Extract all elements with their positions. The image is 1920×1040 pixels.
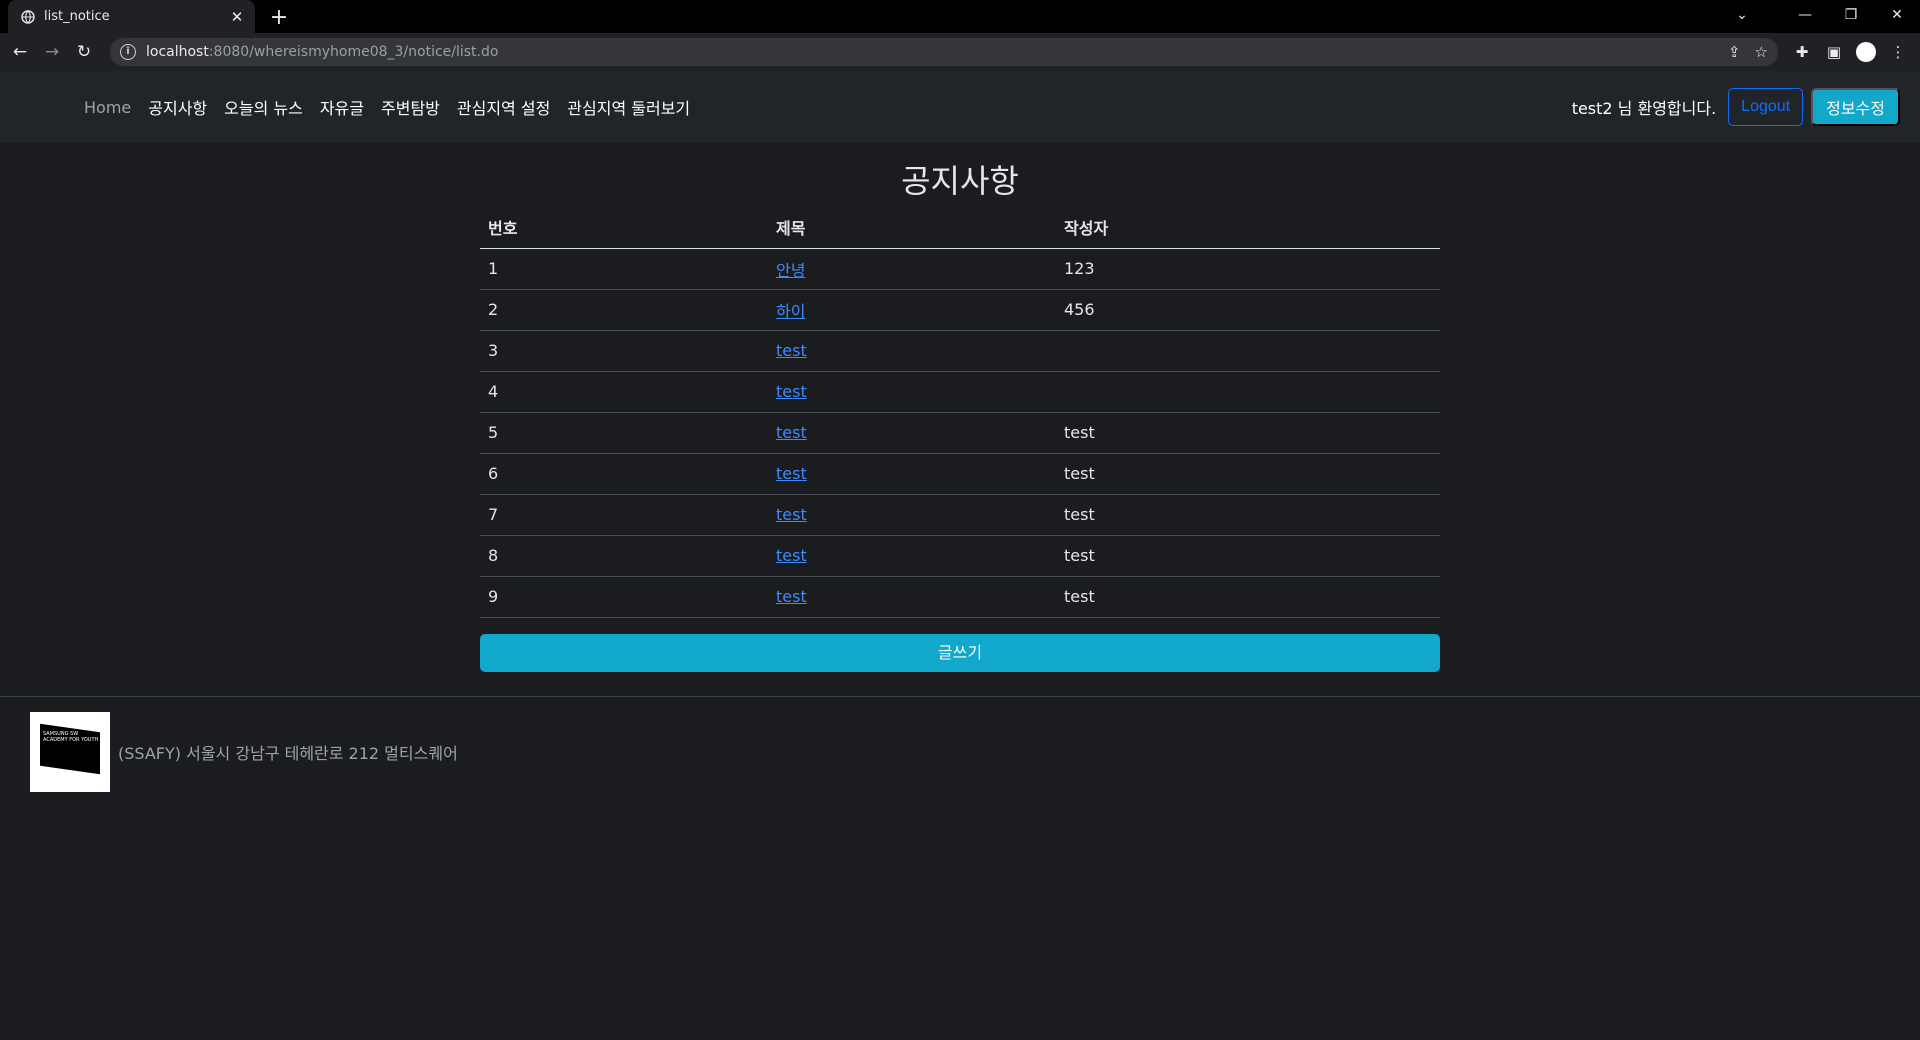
row-author: test: [1056, 453, 1440, 495]
reload-icon[interactable]: ↻: [70, 38, 98, 66]
nav-notice[interactable]: 공지사항: [148, 95, 207, 119]
row-author: test: [1056, 494, 1440, 536]
extensions-icon[interactable]: ✚: [1786, 38, 1818, 66]
table-row: 7 test test: [480, 494, 1440, 536]
close-tab-icon[interactable]: ✕: [229, 9, 245, 25]
bookmark-star-icon[interactable]: ☆: [1755, 43, 1768, 61]
row-author: [1056, 371, 1440, 413]
row-author: 123: [1056, 248, 1440, 290]
nav-free-board[interactable]: 자유글: [320, 95, 364, 119]
table-row: 8 test test: [480, 535, 1440, 577]
row-number: 9: [480, 576, 768, 618]
row-number: 8: [480, 535, 768, 577]
row-title-link[interactable]: test: [776, 423, 807, 442]
table-row: 9 test test: [480, 576, 1440, 618]
row-author: [1056, 330, 1440, 372]
footer-address: (SSAFY) 서울시 강남구 테헤란로 212 멀티스퀘어: [118, 743, 458, 763]
site-navbar: Home 공지사항 오늘의 뉴스 자유글 주변탐방 관심지역 설정 관심지역 둘…: [0, 71, 1920, 143]
browser-toolbar: ← → ↻ i localhost:8080/whereismyhome08_3…: [0, 33, 1920, 71]
page-title: 공지사항: [901, 162, 1019, 200]
welcome-text: test2 님 환영합니다.: [1571, 99, 1717, 118]
row-title-link[interactable]: 안녕: [776, 261, 805, 280]
menu-kebab-icon[interactable]: ⋮: [1882, 38, 1914, 66]
table-row: 1 안녕 123: [480, 248, 1440, 290]
nav-explore[interactable]: 주변탐방: [381, 95, 440, 119]
row-title-link[interactable]: test: [776, 464, 807, 483]
minimize-icon[interactable]: —: [1782, 0, 1828, 30]
table-row: 4 test: [480, 371, 1440, 413]
row-title-link[interactable]: 하이: [776, 302, 805, 321]
table-header-row: 번호 제목 작성자: [480, 207, 1440, 249]
url-host: localhost: [146, 44, 209, 60]
row-title-link[interactable]: test: [776, 587, 807, 606]
nav-interest-browse[interactable]: 관심지역 둘러보기: [567, 95, 690, 119]
row-author: test: [1056, 535, 1440, 577]
close-window-icon[interactable]: ✕: [1874, 0, 1920, 30]
logo-text: SAMSUNG SW ACADEMY FOR YOUTH: [43, 730, 99, 743]
ssafy-logo: SAMSUNG SW ACADEMY FOR YOUTH: [30, 711, 110, 792]
table-row: 3 test: [480, 330, 1440, 372]
window-controls: ⌄ — ❐ ✕: [1722, 0, 1920, 30]
row-title-link[interactable]: test: [776, 505, 807, 524]
edit-profile-button[interactable]: 정보수정: [1811, 88, 1900, 126]
row-number: 3: [480, 330, 768, 372]
tab-search-icon[interactable]: ⌄: [1722, 0, 1762, 30]
tab-title: list_notice: [44, 9, 110, 24]
nav-interest-settings[interactable]: 관심지역 설정: [457, 95, 550, 119]
url-path: :8080/whereismyhome08_3/notice/list.do: [208, 44, 499, 60]
row-number: 5: [480, 412, 768, 454]
restore-icon[interactable]: ❐: [1828, 0, 1874, 30]
notice-table: 번호 제목 작성자 1 안녕 123 2 하이 456 3 test 4 tes…: [480, 207, 1440, 618]
column-header-number: 번호: [480, 207, 768, 249]
forward-icon[interactable]: →: [38, 38, 66, 66]
back-icon[interactable]: ←: [6, 38, 34, 66]
site-info-icon[interactable]: i: [120, 44, 136, 60]
write-button[interactable]: 글쓰기: [480, 633, 1440, 672]
row-author: test: [1056, 576, 1440, 618]
side-panel-icon[interactable]: ▣: [1818, 38, 1850, 66]
new-tab-button[interactable]: +: [265, 3, 293, 31]
row-author: 456: [1056, 289, 1440, 331]
nav-news[interactable]: 오늘의 뉴스: [224, 95, 303, 119]
nav-home[interactable]: Home: [84, 98, 131, 117]
row-number: 7: [480, 494, 768, 536]
row-title-link[interactable]: test: [776, 382, 807, 401]
profile-avatar[interactable]: [1856, 42, 1876, 62]
row-title-link[interactable]: test: [776, 546, 807, 565]
column-header-author: 작성자: [1056, 207, 1440, 249]
row-number: 2: [480, 289, 768, 331]
table-row: 5 test test: [480, 412, 1440, 454]
site-footer: SAMSUNG SW ACADEMY FOR YOUTH (SSAFY) 서울시…: [0, 697, 1920, 792]
table-row: 6 test test: [480, 453, 1440, 495]
row-number: 1: [480, 248, 768, 290]
globe-icon: [20, 9, 36, 25]
share-icon[interactable]: ⇪: [1728, 43, 1741, 61]
browser-tab[interactable]: list_notice ✕: [8, 0, 255, 33]
browser-tabbar: list_notice ✕ + ⌄ — ❐ ✕: [0, 0, 1920, 33]
row-number: 4: [480, 371, 768, 413]
column-header-title: 제목: [768, 207, 1056, 249]
table-row: 2 하이 456: [480, 289, 1440, 331]
row-author: test: [1056, 412, 1440, 454]
row-title-link[interactable]: test: [776, 341, 807, 360]
logout-button[interactable]: Logout: [1728, 88, 1804, 126]
address-bar[interactable]: i localhost:8080/whereismyhome08_3/notic…: [110, 38, 1778, 66]
main-content: 공지사항 번호 제목 작성자 1 안녕 123 2 하이 456 3 test: [480, 143, 1440, 672]
row-number: 6: [480, 453, 768, 495]
